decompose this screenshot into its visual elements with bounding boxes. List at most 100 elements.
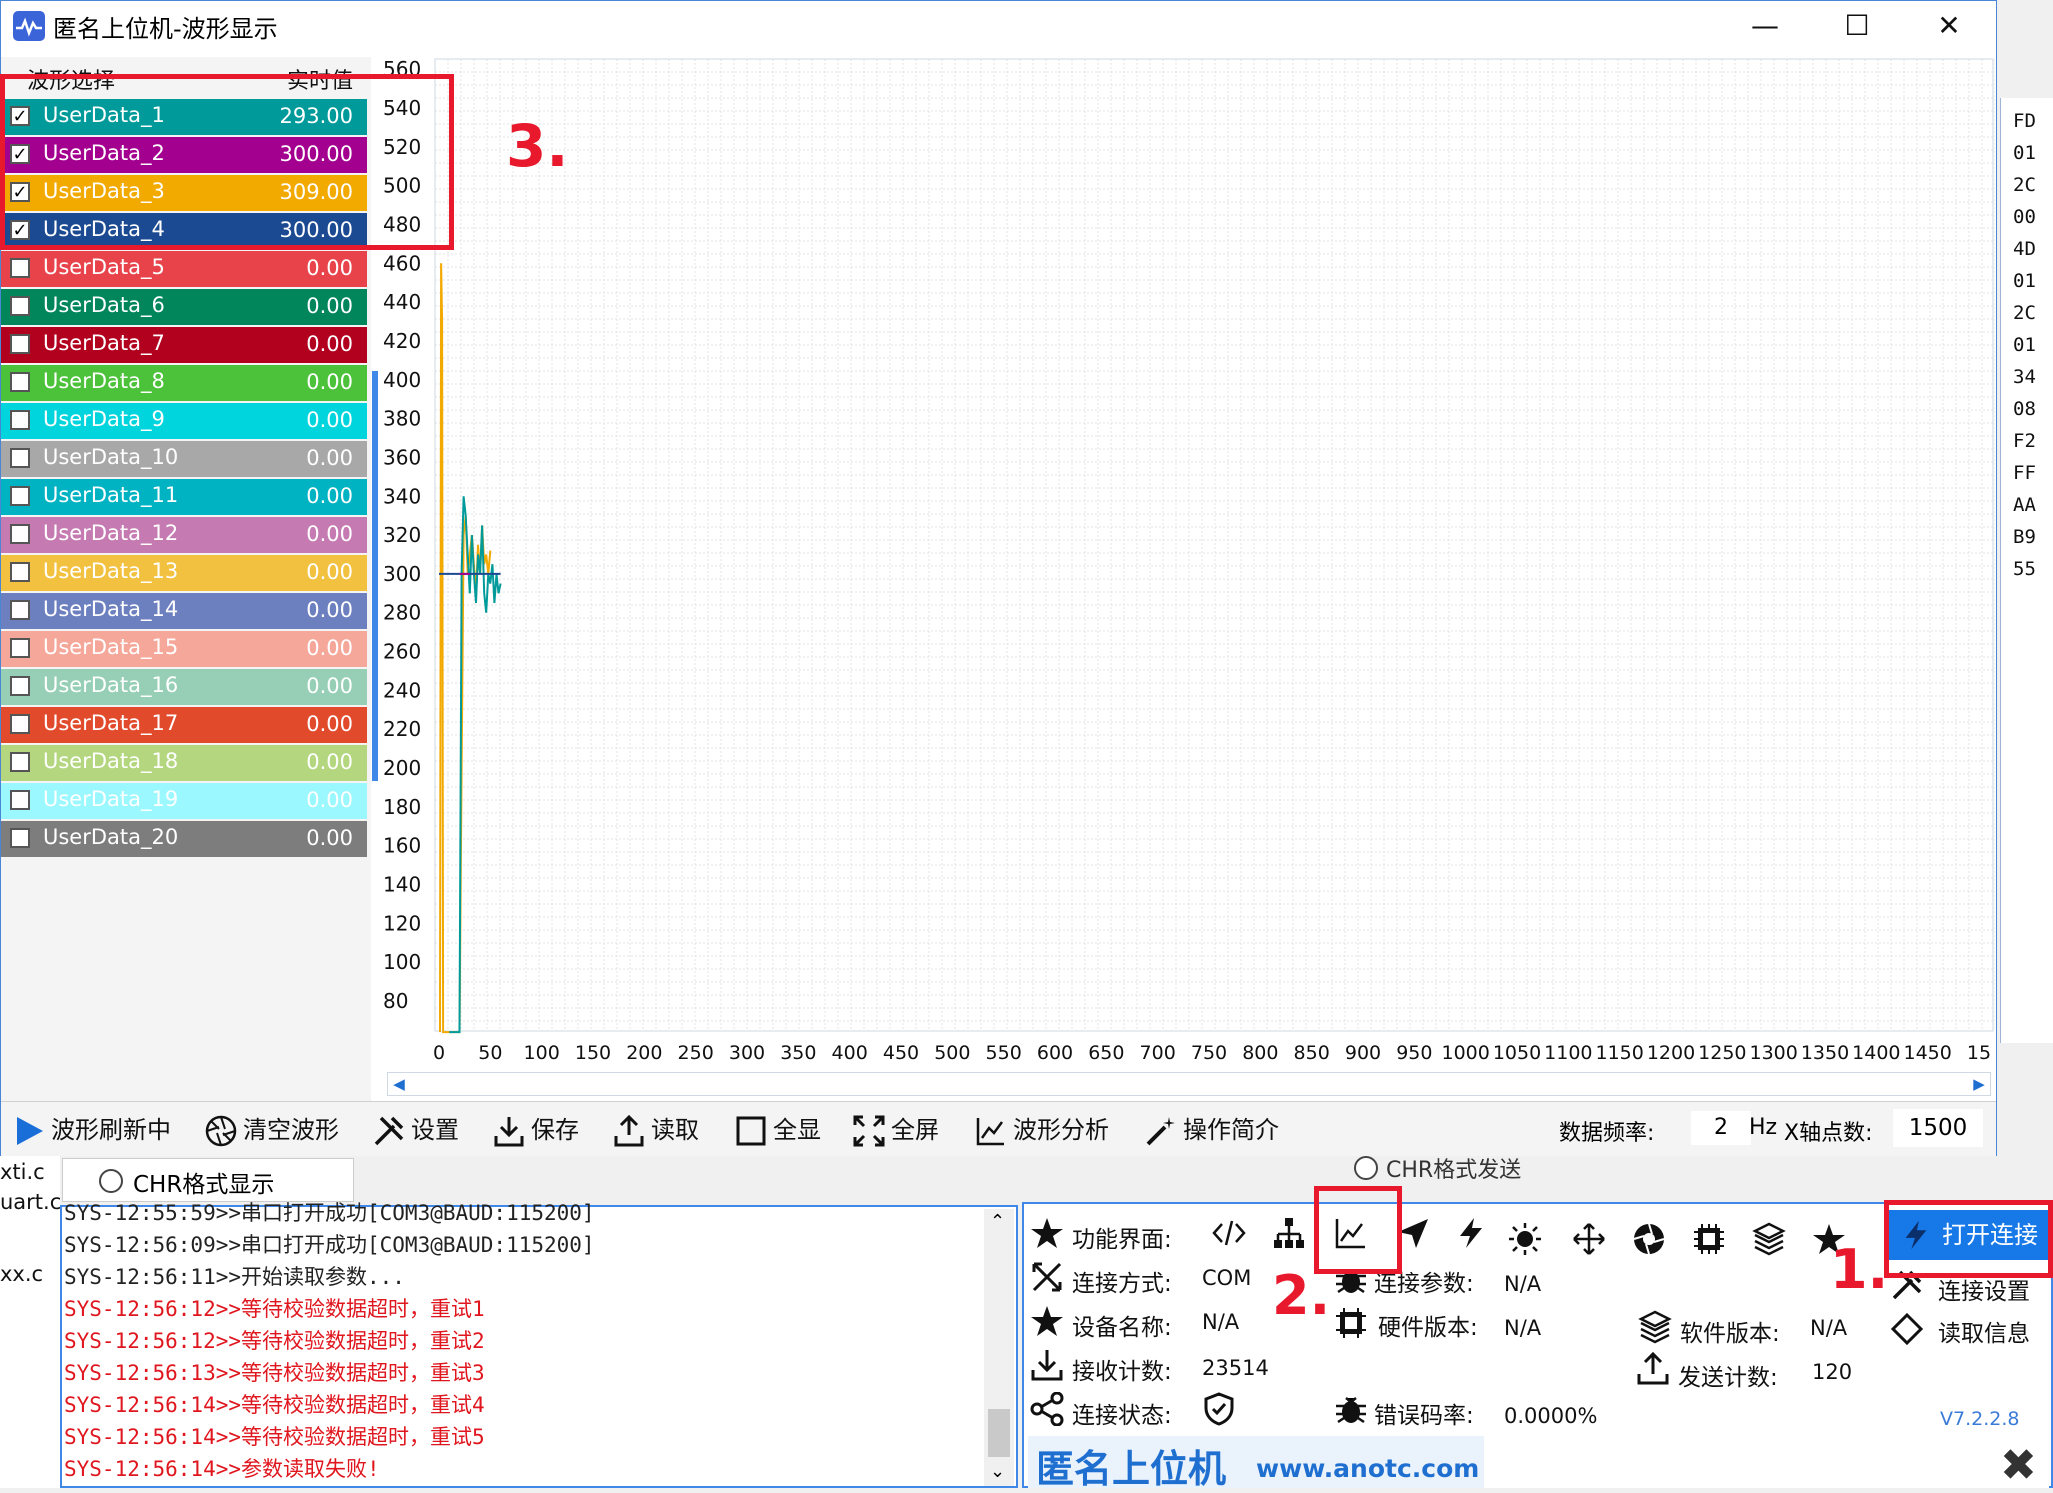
- userdata-row[interactable]: UserData_13 0.00: [1, 555, 367, 591]
- hex-byte: F2: [2013, 430, 2036, 452]
- chr-display-option[interactable]: CHR格式显示: [62, 1158, 354, 1202]
- userdata-row[interactable]: UserData_16 0.00: [1, 669, 367, 705]
- userdata-row[interactable]: UserData_11 0.00: [1, 479, 367, 515]
- splitter-handle[interactable]: [372, 371, 378, 781]
- userdata-checkbox[interactable]: [10, 562, 30, 582]
- x-tick-label: 300: [729, 1042, 765, 1064]
- boxes-icon[interactable]: [1752, 1222, 1786, 1256]
- userdata-row[interactable]: UserData_20 0.00: [1, 821, 367, 857]
- userdata-name: UserData_10: [43, 445, 179, 469]
- userdata-row[interactable]: UserData_15 0.00: [1, 631, 367, 667]
- shield-check-icon: [1204, 1392, 1234, 1426]
- userdata-row[interactable]: UserData_7 0.00: [1, 327, 367, 363]
- userdata-row[interactable]: UserData_9 0.00: [1, 403, 367, 439]
- device-name-value: N/A: [1202, 1310, 1240, 1334]
- x-points-input[interactable]: 1500: [1893, 1109, 1983, 1147]
- fullscreen-label: 全屏: [891, 1116, 939, 1144]
- clear-wave-button[interactable]: 清空波形: [205, 1112, 339, 1148]
- chart-canvas: 5605405205004804604404204003803603403203…: [383, 57, 1995, 1064]
- file-item[interactable]: uart.c: [0, 1190, 61, 1214]
- hw-version-value: N/A: [1504, 1316, 1542, 1340]
- flash-icon[interactable]: [1454, 1216, 1488, 1250]
- settings-button[interactable]: 设置: [373, 1112, 459, 1148]
- userdata-checkbox[interactable]: [10, 828, 30, 848]
- move-arrows-icon[interactable]: [1572, 1222, 1606, 1256]
- chr-display-radio[interactable]: [99, 1169, 123, 1193]
- maximize-button[interactable]: ☐: [1827, 7, 1887, 45]
- chr-send-radio[interactable]: [1354, 1156, 1378, 1180]
- userdata-row[interactable]: UserData_18 0.00: [1, 745, 367, 781]
- network-icon[interactable]: [1272, 1216, 1306, 1250]
- scroll-down-icon[interactable]: ⌄: [990, 1461, 1005, 1482]
- x-tick-label: 1400: [1852, 1042, 1900, 1064]
- intro-button[interactable]: 操作简介: [1145, 1112, 1279, 1148]
- x-tick-label: 850: [1294, 1042, 1330, 1064]
- userdata-name: UserData_12: [43, 521, 179, 545]
- userdata-checkbox[interactable]: [10, 752, 30, 772]
- userdata-row[interactable]: UserData_10 0.00: [1, 441, 367, 477]
- save-button[interactable]: 保存: [493, 1112, 579, 1148]
- userdata-checkbox[interactable]: [10, 676, 30, 696]
- refresh-button[interactable]: 波形刷新中: [13, 1112, 171, 1148]
- scroll-right-icon[interactable]: ▶: [1968, 1073, 1990, 1095]
- userdata-row[interactable]: UserData_19 0.00: [1, 783, 367, 819]
- y-tick-label: 260: [383, 640, 421, 664]
- userdata-row[interactable]: UserData_17 0.00: [1, 707, 367, 743]
- hex-byte: 01: [2013, 142, 2036, 164]
- userdata-checkbox[interactable]: [10, 372, 30, 392]
- annotation-box-3: [0, 74, 454, 250]
- userdata-row[interactable]: UserData_14 0.00: [1, 593, 367, 629]
- userdata-checkbox[interactable]: [10, 486, 30, 506]
- scroll-thumb[interactable]: [988, 1409, 1010, 1457]
- chip-icon[interactable]: [1692, 1222, 1726, 1256]
- y-tick-label: 240: [383, 678, 421, 702]
- scroll-up-icon[interactable]: ⌃: [990, 1211, 1005, 1232]
- userdata-checkbox[interactable]: [10, 410, 30, 430]
- userdata-checkbox[interactable]: [10, 334, 30, 354]
- brand-url[interactable]: www.anotc.com: [1256, 1454, 1479, 1483]
- file-item[interactable]: xti.c: [0, 1160, 45, 1184]
- aperture-icon[interactable]: [1632, 1222, 1666, 1256]
- log-scrollbar[interactable]: ⌃ ⌄: [984, 1209, 1014, 1486]
- close-button[interactable]: ✕: [1919, 7, 1979, 45]
- file-item[interactable]: xx.c: [0, 1262, 43, 1286]
- rx-count-value: 23514: [1202, 1356, 1269, 1380]
- chr-display-label: CHR格式显示: [133, 1172, 275, 1198]
- scroll-left-icon[interactable]: ◀: [388, 1073, 410, 1095]
- read-button[interactable]: 读取: [613, 1112, 699, 1148]
- userdata-value: 0.00: [306, 598, 353, 622]
- userdata-row[interactable]: UserData_8 0.00: [1, 365, 367, 401]
- star-icon: [1031, 1306, 1063, 1336]
- save-label: 保存: [531, 1116, 579, 1144]
- close-icon[interactable]: ✖: [2000, 1440, 2037, 1491]
- horizontal-scrollbar[interactable]: ◀ ▶: [387, 1072, 1991, 1096]
- conn-mode-value: COM: [1202, 1266, 1252, 1290]
- userdata-checkbox[interactable]: [10, 600, 30, 620]
- hex-byte: B9: [2013, 526, 2036, 548]
- x-tick-label: 950: [1396, 1042, 1432, 1064]
- userdata-row[interactable]: UserData_12 0.00: [1, 517, 367, 553]
- wave-analysis-button[interactable]: 波形分析: [975, 1112, 1109, 1148]
- x-tick-label: 1300: [1749, 1042, 1797, 1064]
- code-icon[interactable]: [1212, 1216, 1246, 1250]
- userdata-checkbox[interactable]: [10, 524, 30, 544]
- read-info-button[interactable]: 读取信息: [1938, 1314, 2030, 1348]
- userdata-row[interactable]: UserData_6 0.00: [1, 289, 367, 325]
- waveform-chart[interactable]: 560 540 520 500 480 460 440 420 400 380 360 340 320 3…: [379, 57, 1995, 1069]
- x-tick-label: 900: [1345, 1042, 1381, 1064]
- userdata-checkbox[interactable]: [10, 258, 30, 278]
- log-line: SYS-12:56:12>>等待校验数据超时，重试1: [64, 1297, 485, 1321]
- userdata-row[interactable]: UserData_5 0.00: [1, 251, 367, 287]
- refresh-label: 波形刷新中: [51, 1116, 171, 1144]
- sw-version-label: 软件版本:: [1680, 1321, 1780, 1347]
- userdata-checkbox[interactable]: [10, 448, 30, 468]
- minimize-button[interactable]: —: [1735, 7, 1795, 45]
- fit-all-button[interactable]: 全显: [735, 1112, 821, 1148]
- title-bar: 匿名上位机-波形显示 — ☐ ✕: [1, 1, 1996, 51]
- userdata-checkbox[interactable]: [10, 790, 30, 810]
- sun-icon[interactable]: [1508, 1222, 1542, 1256]
- userdata-checkbox[interactable]: [10, 296, 30, 316]
- userdata-checkbox[interactable]: [10, 714, 30, 734]
- fullscreen-button[interactable]: 全屏: [853, 1112, 939, 1148]
- userdata-checkbox[interactable]: [10, 638, 30, 658]
